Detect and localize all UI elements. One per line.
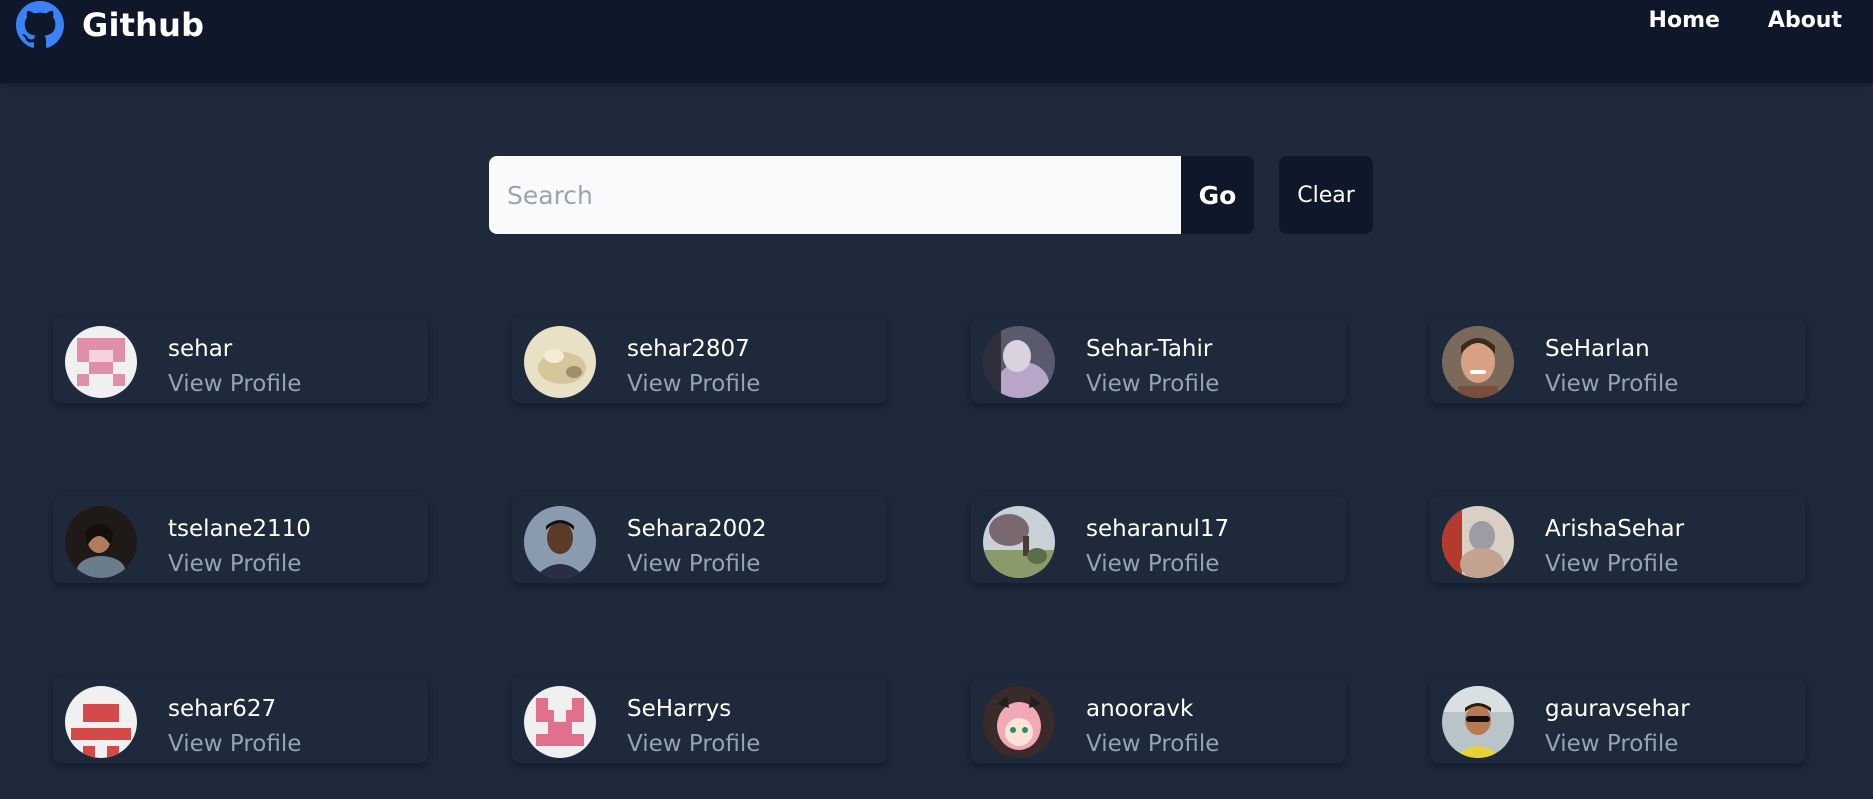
user-login: ArishaSehar [1545, 516, 1685, 542]
avatar [983, 686, 1055, 758]
identicon-avatar [524, 686, 596, 758]
user-photo-icon [983, 326, 1055, 398]
nav-about-link[interactable]: About [1768, 8, 1842, 33]
user-login: sehar2807 [627, 336, 750, 362]
user-card[interactable]: tselane2110 View Profile [53, 497, 428, 583]
user-card[interactable]: sehar627 View Profile [53, 677, 428, 763]
avatar [524, 686, 596, 758]
user-card[interactable]: SeHarrys View Profile [512, 677, 887, 763]
avatar [1442, 506, 1514, 578]
view-profile-link[interactable]: View Profile [168, 551, 301, 577]
view-profile-link[interactable]: View Profile [627, 551, 760, 577]
user-card[interactable]: Sehar-Tahir View Profile [971, 317, 1346, 403]
identicon-avatar [65, 686, 137, 758]
user-card[interactable]: sehar2807 View Profile [512, 317, 887, 403]
view-profile-link[interactable]: View Profile [1545, 551, 1678, 577]
user-login: SeHarlan [1545, 336, 1650, 362]
view-profile-link[interactable]: View Profile [168, 731, 301, 757]
user-photo-icon [524, 326, 596, 398]
search-form: Go Clear [489, 156, 1373, 234]
user-login: gauravsehar [1545, 696, 1690, 722]
brand[interactable]: Github [16, 1, 204, 49]
user-photo-icon [524, 506, 596, 578]
user-photo-icon [983, 506, 1055, 578]
go-button[interactable]: Go [1181, 156, 1254, 234]
user-login: anooravk [1086, 696, 1194, 722]
user-login: sehar627 [168, 696, 277, 722]
user-photo-icon [983, 686, 1055, 758]
avatar [983, 506, 1055, 578]
avatar [524, 506, 596, 578]
avatar [1442, 326, 1514, 398]
user-card[interactable]: SeHarlan View Profile [1430, 317, 1805, 403]
avatar [524, 326, 596, 398]
user-login: SeHarrys [627, 696, 732, 722]
user-card[interactable]: ArishaSehar View Profile [1430, 497, 1805, 583]
nav-links: Home About [1601, 8, 1842, 33]
view-profile-link[interactable]: View Profile [1086, 731, 1219, 757]
user-photo-icon [1442, 686, 1514, 758]
view-profile-link[interactable]: View Profile [1086, 551, 1219, 577]
brand-name: Github [82, 6, 205, 44]
avatar [65, 326, 137, 398]
user-photo-icon [1442, 506, 1514, 578]
user-card[interactable]: sehar View Profile [53, 317, 428, 403]
navbar: Github Home About [0, 0, 1873, 83]
user-login: seharanul17 [1086, 516, 1230, 542]
user-photo-icon [65, 506, 137, 578]
nav-home-link[interactable]: Home [1649, 8, 1720, 33]
user-login: sehar [168, 336, 233, 362]
avatar [65, 686, 137, 758]
clear-button[interactable]: Clear [1279, 156, 1373, 234]
avatar [983, 326, 1055, 398]
user-card[interactable]: anooravk View Profile [971, 677, 1346, 763]
user-login: tselane2110 [168, 516, 311, 542]
avatar [1442, 686, 1514, 758]
user-card[interactable]: seharanul17 View Profile [971, 497, 1346, 583]
user-login: Sehara2002 [627, 516, 767, 542]
user-grid: sehar View Profile sehar2807 View Profil… [0, 0, 1873, 799]
view-profile-link[interactable]: View Profile [168, 371, 301, 397]
avatar [65, 506, 137, 578]
user-login: Sehar-Tahir [1086, 336, 1213, 362]
view-profile-link[interactable]: View Profile [627, 371, 760, 397]
github-logo-icon [16, 1, 64, 48]
user-photo-icon [1442, 326, 1514, 398]
view-profile-link[interactable]: View Profile [1545, 731, 1678, 757]
identicon-avatar [65, 326, 137, 398]
user-card[interactable]: Sehara2002 View Profile [512, 497, 887, 583]
search-input[interactable] [489, 156, 1181, 234]
user-card[interactable]: gauravsehar View Profile [1430, 677, 1805, 763]
view-profile-link[interactable]: View Profile [627, 731, 760, 757]
view-profile-link[interactable]: View Profile [1086, 371, 1219, 397]
view-profile-link[interactable]: View Profile [1545, 371, 1678, 397]
